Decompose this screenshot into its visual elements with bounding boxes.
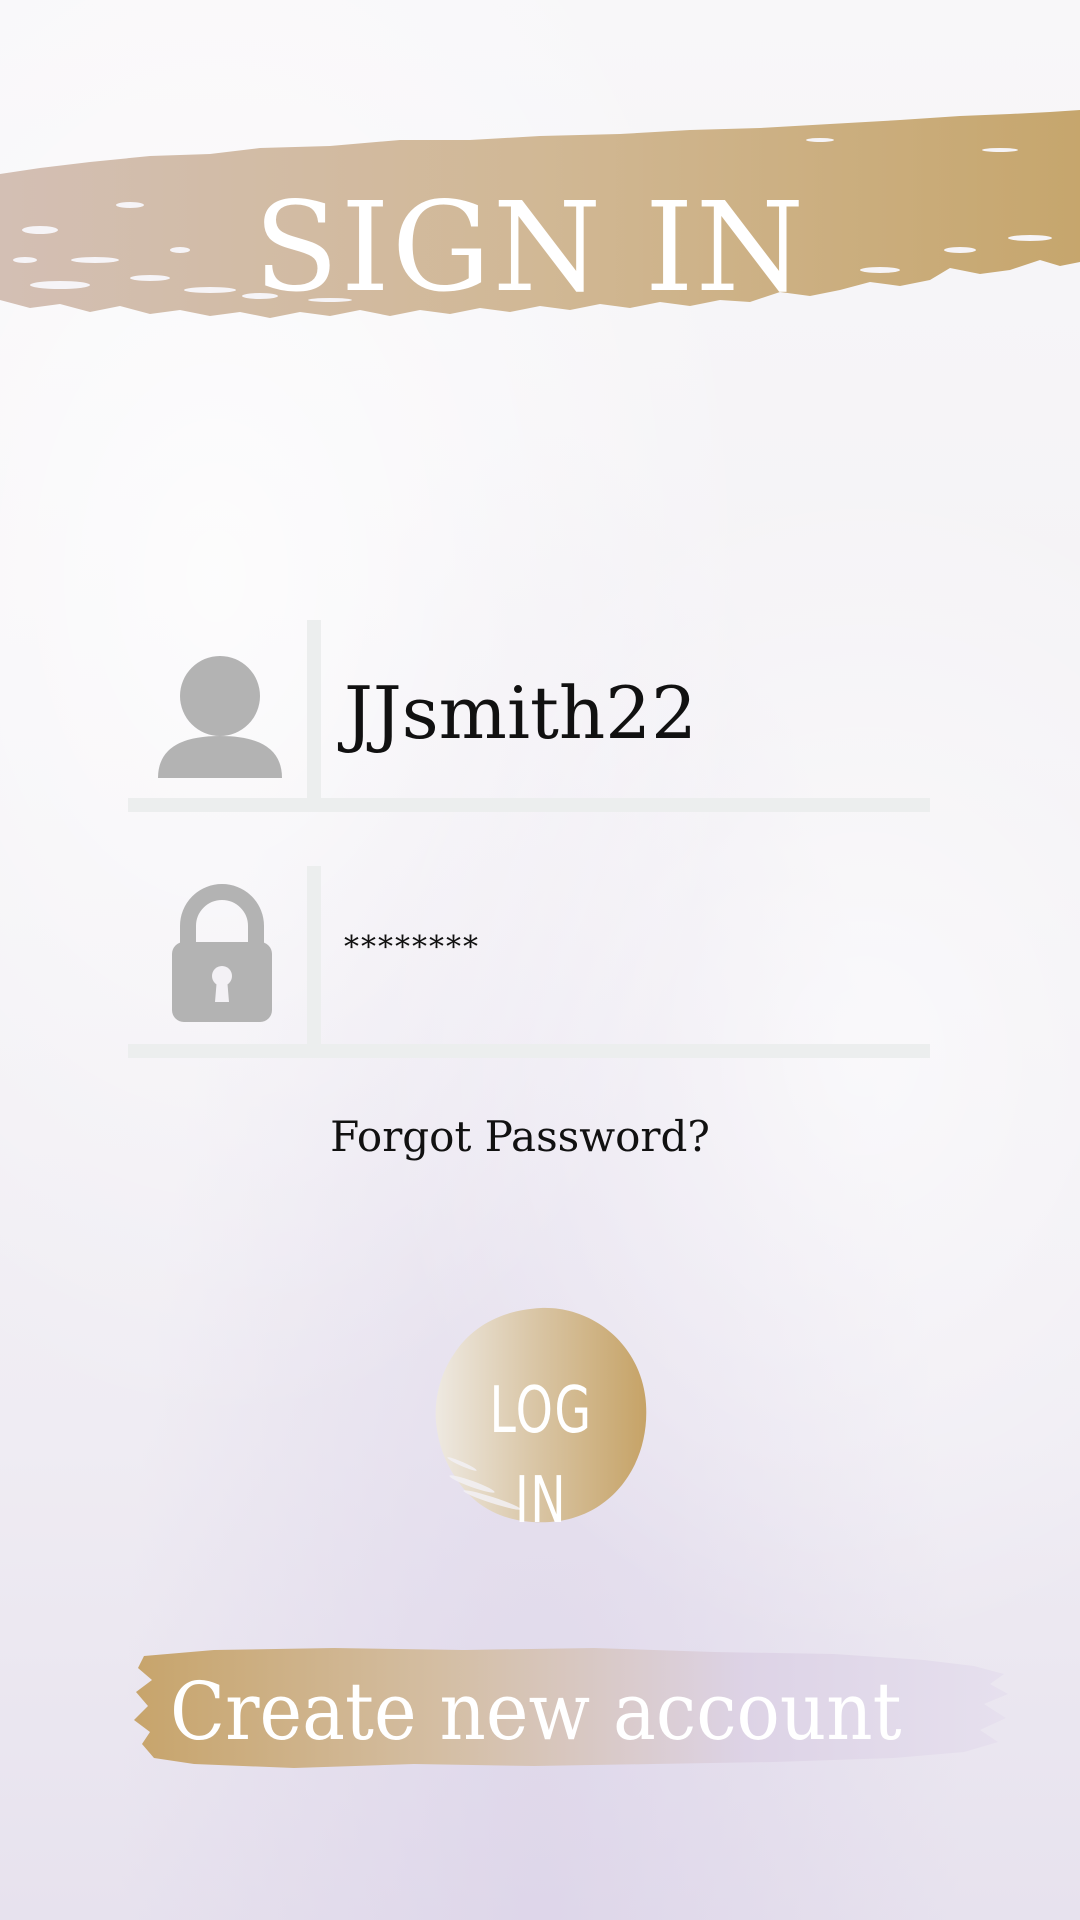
page-title: SIGN IN — [253, 176, 807, 320]
username-value[interactable]: JJsmith22 — [344, 668, 697, 758]
login-button[interactable]: LOG IN — [432, 1304, 650, 1538]
username-field[interactable]: JJsmith22 — [128, 620, 930, 812]
field-divider — [307, 620, 321, 798]
field-divider — [307, 866, 321, 1044]
field-underline — [128, 1044, 930, 1058]
login-button-label: LOG IN — [489, 1374, 593, 1538]
password-value[interactable]: ******** — [344, 928, 480, 968]
user-icon — [128, 620, 308, 800]
create-account-label: Create new account — [170, 1665, 902, 1758]
create-account-button[interactable]: Create new account — [134, 1640, 1014, 1780]
field-underline — [128, 798, 930, 812]
password-field[interactable]: ******** — [128, 866, 930, 1058]
header-banner: SIGN IN — [0, 110, 1080, 370]
forgot-password-link[interactable]: Forgot Password? — [0, 1112, 1040, 1161]
lock-icon — [128, 866, 308, 1046]
